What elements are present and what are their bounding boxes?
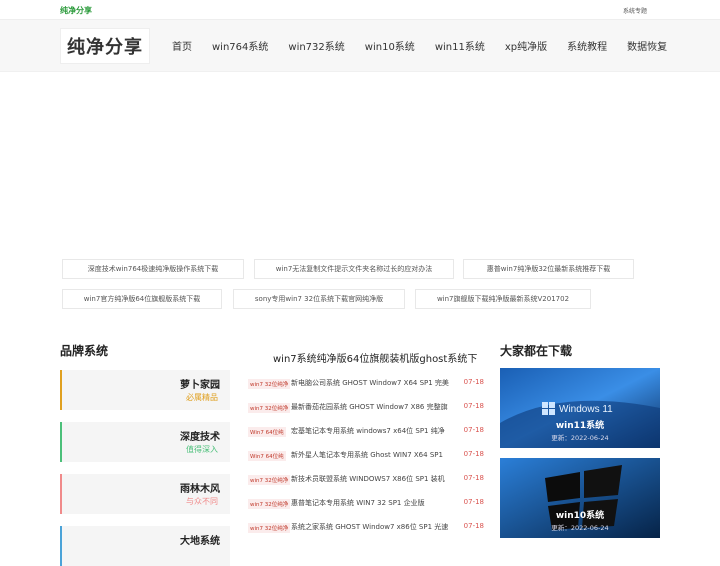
tag-link[interactable]: 惠普win7纯净版32位最新系统推荐下载 [463,259,634,279]
nav-item-data-recovery[interactable]: 数据恢复 [627,38,667,53]
article-title[interactable]: 新技术员联盟系统 WINDOWS7 X86位 SP1 装机 [291,474,456,484]
download-updated: 更新：2022-06-24 [551,434,609,442]
article-title[interactable]: 系统之家系统 GHOST Window7 x86位 SP1 光速 [291,522,456,532]
site-name-link[interactable]: 纯净分享 [60,5,92,16]
brand-card[interactable]: 大地系统 [60,526,230,566]
article-title[interactable]: 新外星人笔记本专用系统 Ghost WIN7 X64 SP1 [291,450,456,460]
tag-link[interactable]: win7官方纯净版64位旗舰版系统下载 [62,289,222,309]
article-title[interactable]: 惠普笔记本专用系统 WIN7 32 SP1 企业版 [291,498,456,508]
brand-card[interactable]: 萝卜家园 必属精品 [60,370,230,410]
windows11-logo-text: Windows 11 [559,404,613,415]
list-item[interactable]: win7 32位纯净 最新番茄花园系统 GHOST Window7 X86 完整… [248,402,484,414]
brand-name: 雨林木风 [180,484,220,495]
nav-item-win764[interactable]: win764系统 [212,38,268,53]
tag-link[interactable]: sony专用win7 32位系统下载官网纯净版 [233,289,405,309]
article-date: 07-18 [463,378,484,386]
article-date: 07-18 [463,498,484,506]
popular-downloads-title: 大家都在下载 [500,344,573,358]
top-bar: 纯净分享 系统专题 [0,0,720,20]
tag-links: 深度技术win764极速纯净版操作系统下载 win7无法复制文件提示文件夹名称过… [0,259,720,320]
list-item[interactable]: win7 32位纯净 惠普笔记本专用系统 WIN7 32 SP1 企业版 07-… [248,498,484,510]
header: 纯净分享 首页 win764系统 win732系统 win10系统 win11系… [0,20,720,72]
nav-item-xp[interactable]: xp纯净版 [505,38,547,53]
article-date: 07-18 [463,402,484,410]
article-date: 07-18 [463,522,484,530]
nav-item-tutorials[interactable]: 系统教程 [567,38,607,53]
brand-slogan: 值得深入 [186,445,218,454]
site-logo[interactable]: 纯净分享 [60,28,150,64]
nav-item-home[interactable]: 首页 [172,38,192,53]
nav-item-win11[interactable]: win11系统 [435,38,485,53]
article-title[interactable]: 新电脑公司系统 GHOST Window7 X64 SP1 完美 [291,378,456,388]
tag-link[interactable]: win7无法复制文件提示文件夹名称过长的应对办法 [254,259,454,279]
article-title[interactable]: 宏基笔记本专用系统 windows7 x64位 SP1 纯净 [291,426,456,436]
brand-name: 萝卜家园 [180,380,220,391]
tag-link[interactable]: 深度技术win764极速纯净版操作系统下载 [62,259,244,279]
banner-area [0,72,720,260]
category-badge[interactable]: win7 32位纯净 [248,403,291,413]
nav-item-win732[interactable]: win732系统 [288,38,344,53]
download-card[interactable]: Windows 11 win11系统 更新：2022-06-24 [500,368,660,448]
list-item[interactable]: win7 32位纯净 新电脑公司系统 GHOST Window7 X64 SP1… [248,378,484,390]
brand-card[interactable]: 雨林木风 与众不同 [60,474,230,514]
list-item[interactable]: Win7 64位纯 新外星人笔记本专用系统 Ghost WIN7 X64 SP1… [248,450,484,462]
category-badge[interactable]: win7 32位纯净 [248,499,291,509]
article-date: 07-18 [463,426,484,434]
article-date: 07-18 [463,474,484,482]
list-item[interactable]: win7 32位纯净 新技术员联盟系统 WINDOWS7 X86位 SP1 装机… [248,474,484,486]
brand-slogan: 必属精品 [186,393,218,402]
nav-item-win10[interactable]: win10系统 [365,38,415,53]
list-title[interactable]: win7系统纯净版64位旗舰装机版ghost系统下 [273,350,477,365]
download-name: win11系统 [555,421,605,431]
special-topics-link[interactable]: 系统专题 [623,6,647,15]
category-badge[interactable]: Win7 64位纯 [248,427,286,437]
download-updated: 更新：2022-06-24 [551,524,609,532]
brand-card[interactable]: 深度技术 值得深入 [60,422,230,462]
tag-link[interactable]: win7旗舰版下载纯净版最新系统V201702 [415,289,591,309]
brand-name: 深度技术 [180,432,220,443]
list-item[interactable]: win7 32位纯净 系统之家系统 GHOST Window7 x86位 SP1… [248,522,484,534]
download-card[interactable]: win10系统 更新：2022-06-24 [500,458,660,538]
download-name: win10系统 [555,511,605,521]
article-date: 07-18 [463,450,484,458]
brand-slogan: 与众不同 [186,497,218,506]
list-item[interactable]: Win7 64位纯 宏基笔记本专用系统 windows7 x64位 SP1 纯净… [248,426,484,438]
category-badge[interactable]: Win7 64位纯 [248,451,286,461]
category-badge[interactable]: win7 32位纯净 [248,379,291,389]
article-title[interactable]: 最新番茄花园系统 GHOST Window7 X86 完整旗 [291,402,456,412]
brand-systems-title: 品牌系统 [60,344,109,358]
main-nav: 首页 win764系统 win732系统 win10系统 win11系统 xp纯… [172,38,687,53]
category-badge[interactable]: win7 32位纯净 [248,523,291,533]
category-badge[interactable]: win7 32位纯净 [248,475,291,485]
